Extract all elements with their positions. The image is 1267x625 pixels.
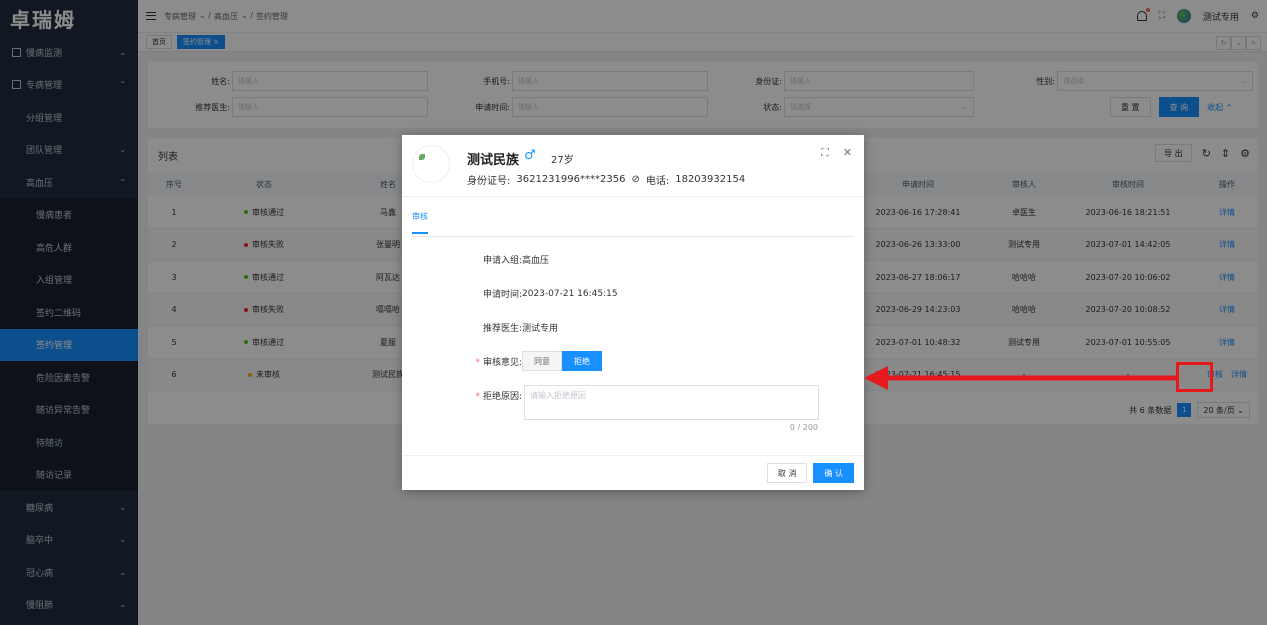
- reason-field: * 拒绝原因:: [402, 389, 522, 402]
- patient-name: 测试民族: [467, 153, 520, 168]
- patient-id-row: 身份证号: 3621231996****2356 ⊘ 电话: 182039321…: [467, 172, 745, 187]
- eye-off-icon[interactable]: ⊘: [631, 174, 639, 185]
- modal-footer: 取 消 确 认: [402, 455, 864, 490]
- phone-value: 18203932154: [675, 174, 746, 185]
- tab-audit[interactable]: 审核: [412, 211, 428, 234]
- highlight-box: [1176, 362, 1213, 392]
- opinion-segment: 同意 拒绝: [522, 351, 602, 371]
- doctor-label: 推荐医生:: [482, 324, 522, 334]
- male-icon: ♂: [524, 148, 536, 163]
- opinion-field: * 审核意见: 同意 拒绝: [402, 351, 602, 371]
- id-label: 身份证号:: [467, 176, 511, 187]
- patient-age: 27岁: [551, 155, 574, 166]
- group-value: 高血压: [522, 256, 550, 266]
- modal-tabs: 审核: [412, 197, 854, 237]
- patient-avatar: [412, 145, 450, 183]
- group-label: 申请入组:: [482, 256, 522, 266]
- modal-actions: 取 消 确 认: [766, 463, 854, 483]
- time-value: 2023-07-21 16:45:15: [522, 288, 618, 299]
- group-field: 申请入组: 高血压: [402, 253, 549, 266]
- arrow-icon: [864, 366, 1176, 390]
- modal-controls: ⛶ ✕: [821, 146, 852, 160]
- confirm-button[interactable]: 确 认: [813, 463, 854, 483]
- doctor-field: 推荐医生: 测试专用: [402, 321, 558, 334]
- reason-textarea[interactable]: 请输入拒绝原因: [524, 385, 819, 420]
- reason-label: * 拒绝原因:: [475, 392, 522, 402]
- time-field: 申请时间: 2023-07-21 16:45:15: [402, 287, 618, 301]
- phone-label: 电话:: [645, 176, 670, 187]
- char-count: 0 / 200: [789, 423, 818, 432]
- fullscreen-icon[interactable]: ⛶: [821, 146, 829, 160]
- opinion-label: * 审核意见:: [475, 357, 522, 368]
- modal-header: 测试民族 ♂ 27岁 身份证号: 3621231996****2356 ⊘ 电话…: [402, 135, 864, 197]
- id-value: 3621231996****2356: [516, 174, 626, 185]
- doctor-value: 测试专用: [522, 324, 559, 334]
- reject-option[interactable]: 拒绝: [562, 351, 602, 371]
- close-icon[interactable]: ✕: [843, 146, 852, 160]
- time-label: 申请时间:: [482, 290, 522, 300]
- audit-modal: 测试民族 ♂ 27岁 身份证号: 3621231996****2356 ⊘ 电话…: [402, 135, 864, 490]
- agree-option[interactable]: 同意: [522, 351, 562, 371]
- cancel-button[interactable]: 取 消: [766, 463, 808, 483]
